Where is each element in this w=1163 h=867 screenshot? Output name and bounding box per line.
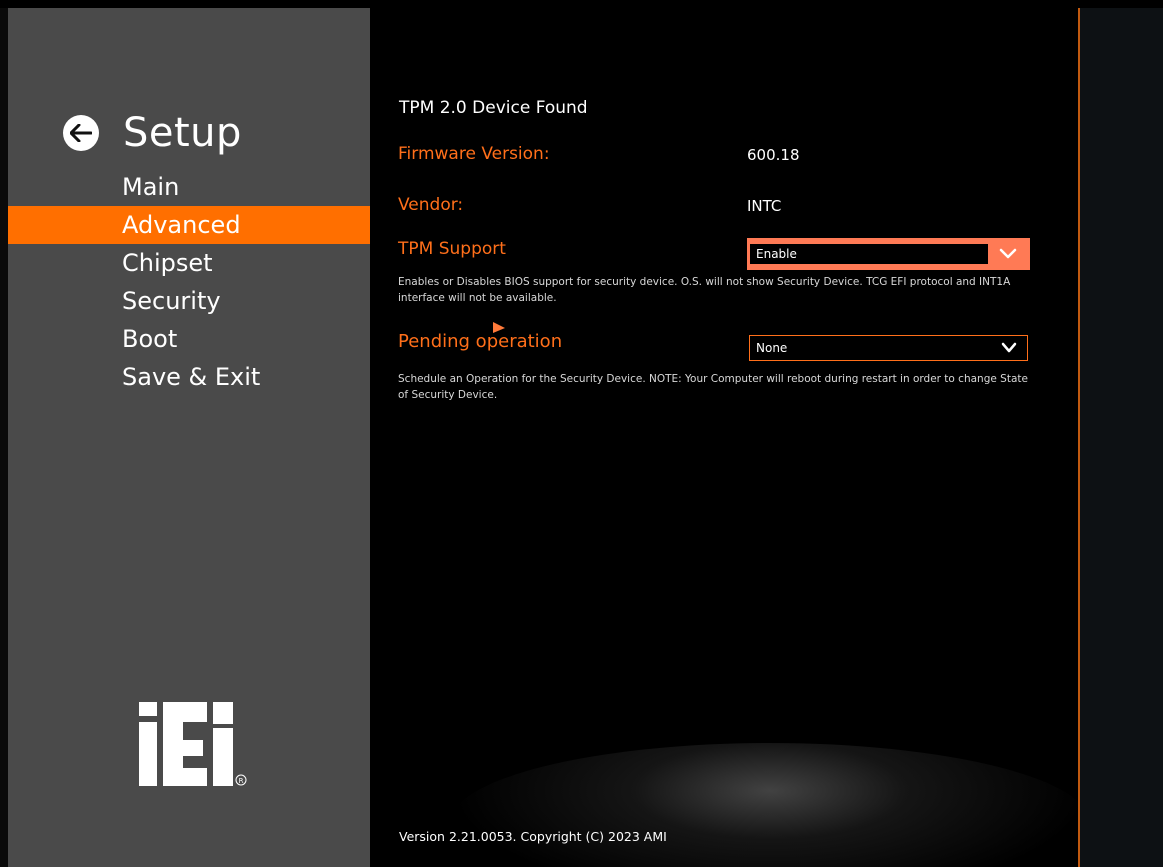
background-glow: [450, 743, 1078, 867]
iei-logo: R: [133, 698, 253, 798]
vendor-value: INTC: [747, 197, 782, 215]
sidebar-item-security[interactable]: Security: [8, 282, 370, 320]
firmware-version-value: 600.18: [747, 146, 800, 164]
sidebar-nav: Main Advanced Chipset Security Boot Save…: [8, 168, 370, 396]
pending-operation-label: Pending operation: [398, 331, 563, 352]
chevron-down-icon: [997, 342, 1021, 354]
bios-setup-screen: Setup Main Advanced Chipset Security Boo…: [0, 0, 1163, 867]
svg-text:R: R: [239, 777, 244, 785]
version-copyright: Version 2.21.0053. Copyright (C) 2023 AM…: [399, 829, 667, 844]
setup-title: Setup: [123, 110, 242, 156]
sidebar-item-boot[interactable]: Boot: [8, 320, 370, 358]
sidebar-item-chipset[interactable]: Chipset: [8, 244, 370, 282]
sidebar-item-save-exit[interactable]: Save & Exit: [8, 358, 370, 396]
vendor-label: Vendor:: [398, 195, 464, 215]
tpm-support-dropdown[interactable]: Enable: [747, 238, 1030, 270]
setup-header: Setup: [63, 103, 242, 163]
sidebar-item-main[interactable]: Main: [8, 168, 370, 206]
right-margin: [1078, 8, 1163, 867]
pending-operation-help: Schedule an Operation for the Security D…: [398, 373, 1028, 401]
tpm-support-label: TPM Support: [398, 239, 506, 259]
chevron-down-icon: [988, 248, 1027, 260]
right-divider: [1078, 8, 1080, 867]
tpm-device-found-heading: TPM 2.0 Device Found: [399, 98, 588, 118]
sidebar: Setup Main Advanced Chipset Security Boo…: [8, 8, 370, 867]
firmware-version-label: Firmware Version:: [398, 144, 550, 164]
tpm-support-value: Enable: [750, 244, 988, 264]
tpm-support-help: Enables or Disables BIOS support for sec…: [398, 276, 1011, 304]
pending-operation-value: None: [756, 341, 788, 355]
main-panel: TPM 2.0 Device Found Firmware Version: 6…: [370, 8, 1078, 867]
back-arrow-icon[interactable]: [63, 115, 99, 151]
sidebar-item-advanced[interactable]: Advanced: [8, 206, 370, 244]
top-band: [0, 0, 1163, 8]
pending-operation-dropdown[interactable]: None: [749, 335, 1028, 361]
